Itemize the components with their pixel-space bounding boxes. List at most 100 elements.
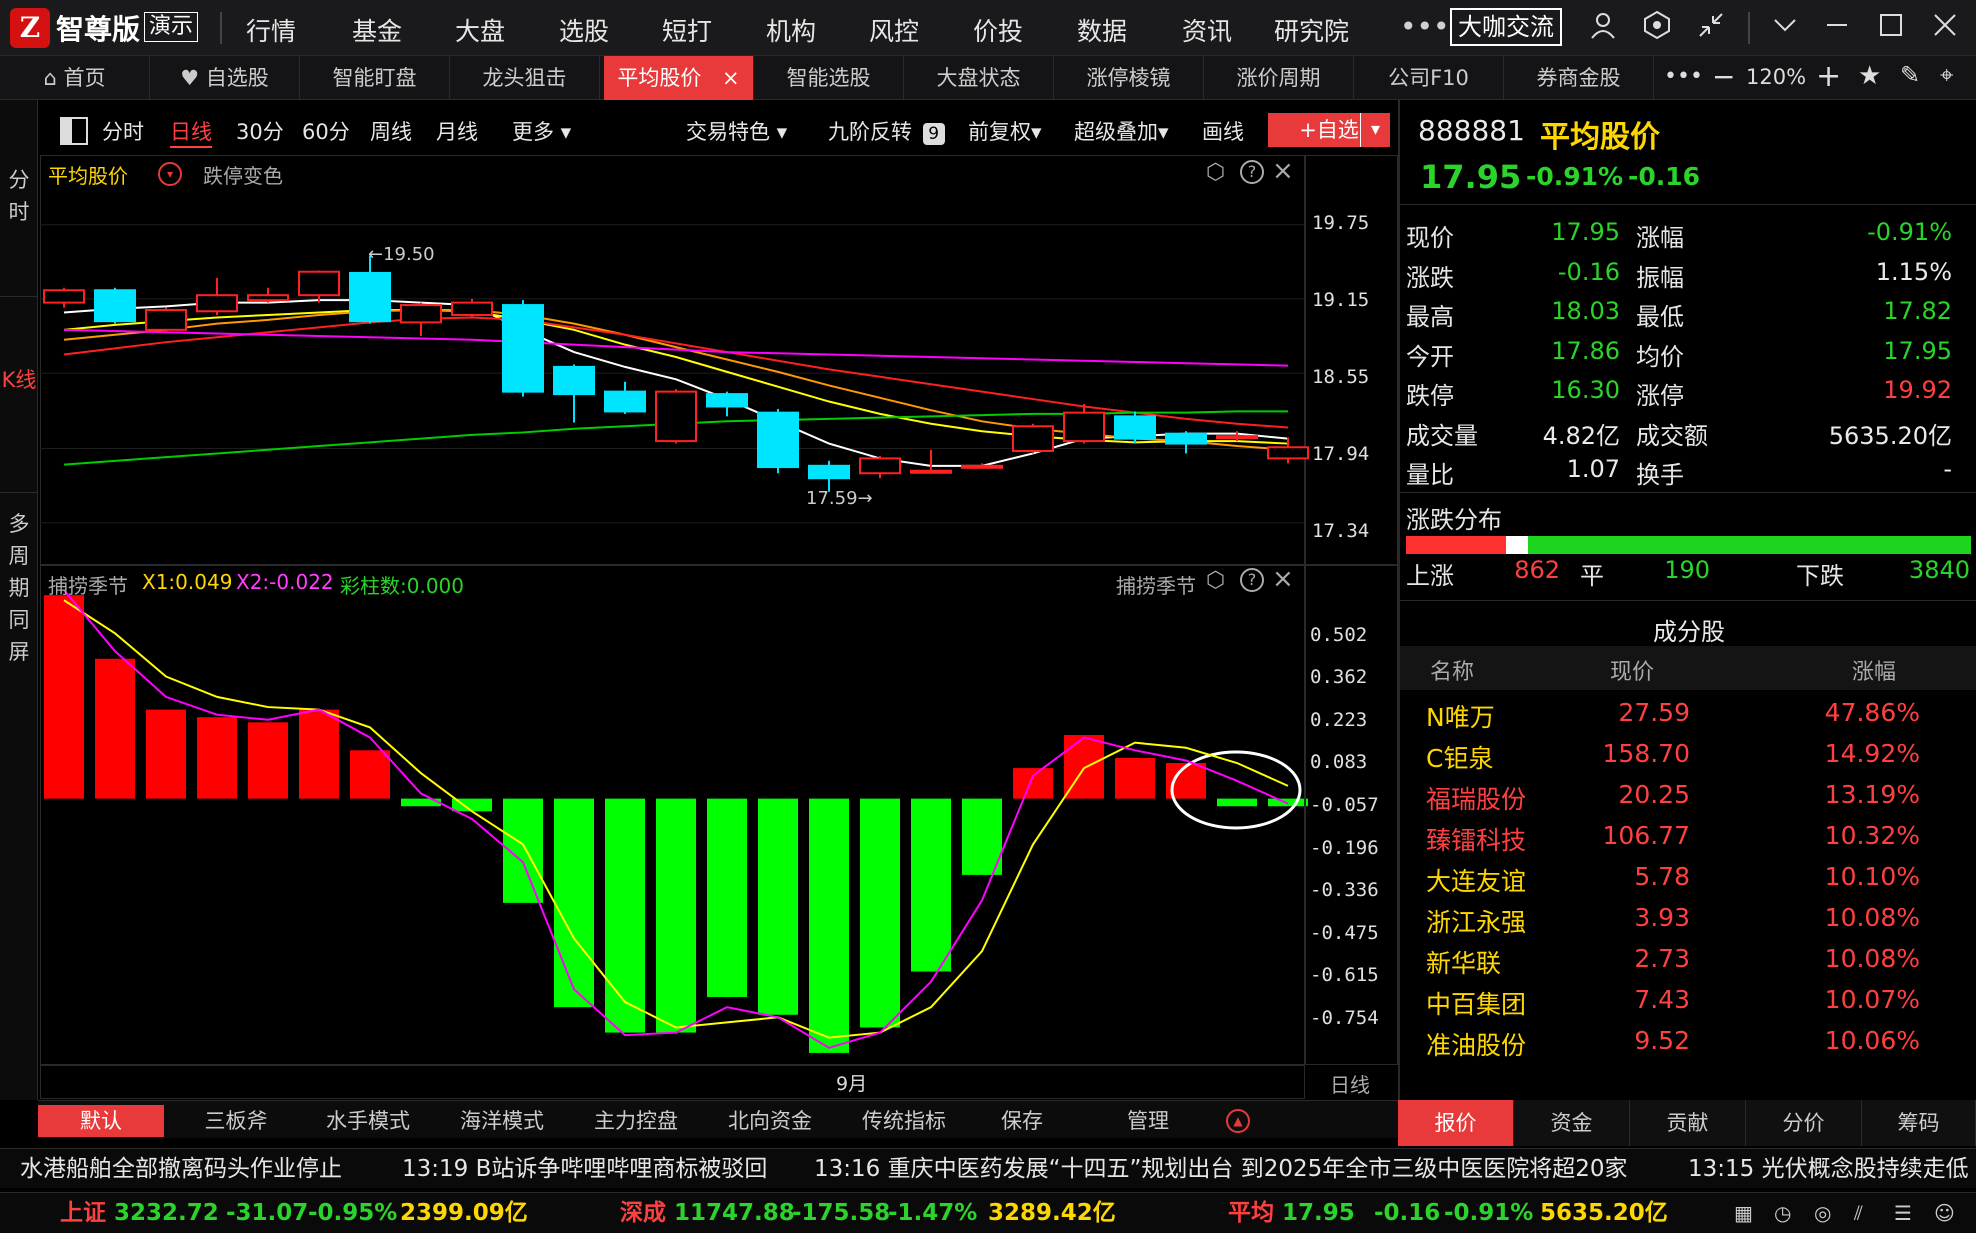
constituents-title: 成分股 <box>1653 618 1725 646</box>
mode-traditional[interactable]: 传统指标 <box>844 1105 964 1137</box>
quote-label: 成交量 <box>1406 421 1478 450</box>
quote-label: 涨幅 <box>1636 224 1684 252</box>
period-label: 日线 <box>1330 1073 1370 1097</box>
news-item[interactable]: 水港船舶全部撤离码头作业停止 <box>20 1149 342 1188</box>
candle-body <box>1267 446 1309 460</box>
constituent-price: 3.93 <box>1634 903 1690 932</box>
quote-label: 均价 <box>1636 342 1684 371</box>
calculator-icon[interactable]: ▦ <box>1734 1193 1753 1233</box>
candle-body <box>145 309 187 331</box>
constituent-name: 臻镭科技 <box>1426 826 1527 855</box>
index-avg-name[interactable]: 平均 <box>1228 1193 1274 1233</box>
constituent-row[interactable]: N唯万 27.59 47.86% <box>1400 694 1976 735</box>
breadth-up-segment <box>1406 536 1506 554</box>
col-pct-header[interactable]: 涨幅 <box>1852 654 1896 686</box>
menu-icon[interactable]: ☰ <box>1894 1193 1912 1233</box>
price-tick: 17.34 <box>1312 520 1370 542</box>
constituent-row[interactable]: C钜泉 158.70 14.92% <box>1400 735 1976 776</box>
quote-label: 振幅 <box>1636 263 1684 292</box>
constituent-row[interactable]: 大连友谊 5.78 10.10% <box>1400 858 1976 899</box>
quote-label: 最低 <box>1636 303 1684 331</box>
candle-body <box>1165 432 1207 445</box>
news-item[interactable]: 13:19 B站诉争哔哩哔哩商标被驳回 <box>402 1149 767 1188</box>
tab-fund-flow[interactable]: 资金 <box>1514 1100 1630 1146</box>
candle-body <box>706 393 748 408</box>
news-item[interactable]: 13:15 光伏概念股持续走低 <box>1688 1149 1969 1188</box>
candle-body <box>502 304 544 393</box>
candle-body <box>1216 435 1258 440</box>
current-price: 17.95 <box>1420 158 1522 196</box>
divider <box>1400 204 1976 205</box>
mode-ocean[interactable]: 海洋模式 <box>442 1105 562 1137</box>
quote-label: 量比 <box>1406 461 1454 489</box>
constituent-price: 2.73 <box>1634 944 1690 973</box>
col-price-header[interactable]: 现价 <box>1610 654 1654 686</box>
mode-default[interactable]: 默认 <box>38 1105 164 1137</box>
index-sh-name[interactable]: 上证 <box>60 1193 106 1233</box>
quote-value: 1.15% <box>1875 257 1952 286</box>
indicator-name: 捕捞季节 <box>48 574 128 598</box>
tab-chips[interactable]: 筹码 <box>1862 1100 1976 1146</box>
mode-save[interactable]: 保存 <box>972 1105 1072 1137</box>
candle-body <box>604 390 646 413</box>
index-avg-change: -0.16 <box>1374 1200 1441 1226</box>
stock-name: 平均股价 <box>1540 120 1660 155</box>
candle-body <box>961 464 1003 469</box>
mode-main-control[interactable]: 主力控盘 <box>576 1105 696 1137</box>
constituent-row[interactable]: 中百集团 7.43 10.07% <box>1400 981 1976 1022</box>
mode-sailor[interactable]: 水手模式 <box>308 1105 428 1137</box>
constituent-row[interactable]: 福瑞股份 20.25 13.19% <box>1400 776 1976 817</box>
alarm-icon[interactable]: ◷ <box>1774 1193 1791 1233</box>
constituent-pct: 47.86% <box>1824 698 1920 727</box>
constituent-price: 158.70 <box>1602 739 1690 768</box>
candle-body <box>859 457 901 475</box>
index-sz-name[interactable]: 深成 <box>620 1193 666 1233</box>
constituent-price: 20.25 <box>1618 780 1690 809</box>
time-axis <box>40 1065 1305 1099</box>
constituent-pct: 14.92% <box>1824 739 1920 768</box>
tab-quote[interactable]: 报价 <box>1398 1100 1514 1146</box>
quote-label: 涨跌 <box>1406 263 1454 292</box>
breadth-flat-count: 190 <box>1664 556 1710 584</box>
breadth-up-label: 上涨 <box>1406 562 1454 590</box>
quote-value: 5635.20亿 <box>1828 421 1952 450</box>
candle-body <box>655 390 697 443</box>
collapse-icon[interactable]: ▲ <box>1226 1109 1250 1133</box>
quote-label: 今开 <box>1406 342 1454 371</box>
indicator-tick: -0.615 <box>1310 964 1379 986</box>
candle-body <box>1063 411 1105 443</box>
user-status-icon[interactable]: ☺ <box>1934 1193 1955 1233</box>
quote-value: 17.86 <box>1551 336 1620 365</box>
constituent-row[interactable]: 新华联 2.73 10.08% <box>1400 940 1976 981</box>
indicator-settings-icon[interactable]: ⬡ <box>1206 568 1225 593</box>
change-amount: -0.16 <box>1628 162 1701 191</box>
col-name-header[interactable]: 名称 <box>1430 654 1474 686</box>
constituent-name: 大连友谊 <box>1426 867 1527 896</box>
candle-body <box>451 301 493 316</box>
low-price-marker: 17.59→ <box>806 488 873 509</box>
target-icon[interactable]: ◎ <box>1814 1193 1831 1233</box>
constituent-row[interactable]: 臻镭科技 106.77 10.32% <box>1400 817 1976 858</box>
candle-body <box>247 294 289 302</box>
constituent-name: 准油股份 <box>1426 1031 1527 1060</box>
indicator-close-icon[interactable]: × <box>1272 564 1294 594</box>
constituent-row[interactable]: 准油股份 9.52 10.06% <box>1400 1022 1976 1063</box>
indicator-tick: 0.223 <box>1310 709 1368 731</box>
indicator-help-icon[interactable]: ? <box>1240 568 1264 592</box>
indicator-x2: X2:-0.022 <box>236 570 334 594</box>
indicator-name-right[interactable]: 捕捞季节 <box>1116 570 1196 599</box>
mode-manage[interactable]: 管理 <box>1098 1105 1198 1137</box>
quote-panel: 888881 平均股价 17.95 -0.91% -0.16 现价 17.95 涨幅… <box>1398 100 1976 1100</box>
mode-three-axes[interactable]: 三板斧 <box>176 1105 296 1137</box>
tab-price-distribution[interactable]: 分价 <box>1746 1100 1862 1146</box>
constituent-name: N唯万 <box>1426 703 1495 732</box>
index-sh-pct: -0.95% <box>308 1200 398 1226</box>
constituent-pct: 10.07% <box>1824 985 1920 1014</box>
news-item[interactable]: 13:16 重庆中医药发展“十四五”规划出台 到2025年全市三级中医医院将超2… <box>814 1149 1628 1188</box>
tab-contribution[interactable]: 贡献 <box>1630 1100 1746 1146</box>
candle-body <box>94 289 136 323</box>
constituent-row[interactable]: 浙江永强 3.93 10.08% <box>1400 899 1976 940</box>
quote-value: 17.95 <box>1883 336 1952 365</box>
chart-icon[interactable]: ⫽ <box>1854 1193 1863 1233</box>
mode-northbound[interactable]: 北向资金 <box>710 1105 830 1137</box>
